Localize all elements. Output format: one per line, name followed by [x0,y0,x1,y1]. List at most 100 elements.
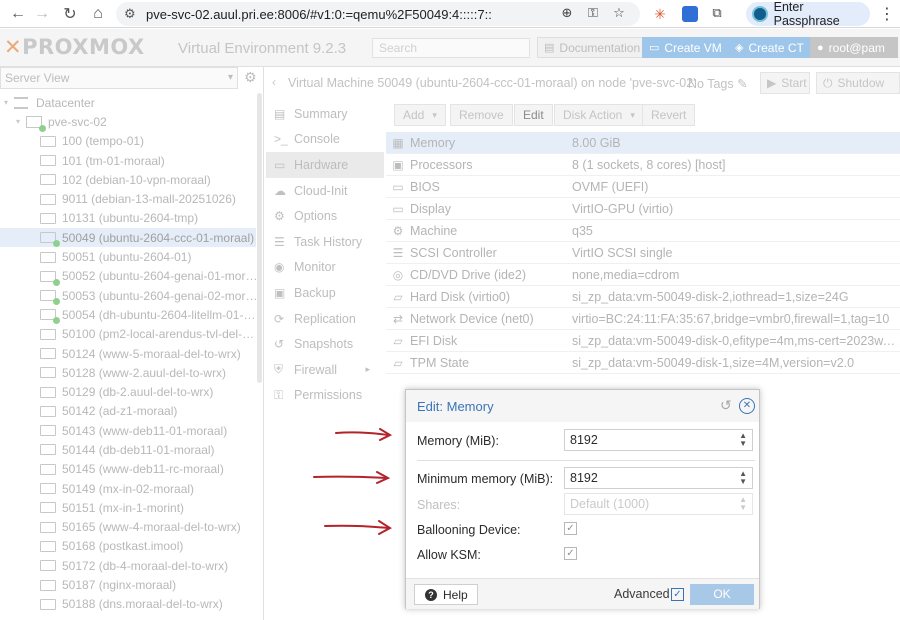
nav-item-task-history[interactable]: ☰ Task History [266,229,384,255]
reload-icon[interactable]: ↻ [56,0,84,28]
min-memory-input[interactable]: 8192 ▲ ▼ [564,467,753,489]
hardware-row[interactable]: ⇄ Network Device (net0) virtio=BC:24:11:FA… [386,308,900,330]
nav-item-monitor[interactable]: ◉ Monitor [266,255,384,281]
tree-item[interactable]: ▾ Datacenter [0,93,256,112]
create-ct-button[interactable]: ◈ Create CT [728,37,811,58]
search-input[interactable]: Search [372,38,530,58]
documentation-button[interactable]: ▤ Documentation [537,37,648,58]
tree-item[interactable]: 50143 (www-deb11-01-moraal) [0,421,256,440]
add-button[interactable]: Add ▾ [394,104,446,126]
tree-item[interactable]: 50149 (mx-in-02-moraal) [0,479,256,498]
spinner-icon[interactable]: ▲ ▼ [739,470,747,486]
chevron-left-icon[interactable]: ‹ [272,75,276,89]
hardware-row[interactable]: ▦ Memory 8.00 GiB [386,132,900,154]
home-icon[interactable]: ⌂ [84,0,112,28]
tree-scrollbar[interactable] [257,93,262,383]
tree-item[interactable]: 101 (tm-01-moraal) [0,151,256,170]
hardware-row[interactable]: ▱ Hard Disk (virtio0) si_zp_data:vm-50049-… [386,286,900,308]
shutdown-button[interactable]: ⏻ Shutdow [816,72,900,94]
tree-item[interactable]: 9011 (debian-13-mall-20251026) [0,189,256,208]
tree-item[interactable]: 50052 (ubuntu-2604-genai-01-mor… [0,267,256,286]
ok-button[interactable]: OK [690,584,754,605]
key-icon[interactable]: ⚿ [584,4,602,22]
tree-item[interactable]: 102 (debian-10-vpn-moraal) [0,170,256,189]
user-menu-button[interactable]: ● root@pam [810,37,898,58]
tree-item[interactable]: 50165 (www-4-moraal-del-to-wrx) [0,518,256,537]
passphrase-button[interactable]: Enter Passphrase [746,0,870,28]
reset-icon[interactable]: ↺ [720,397,732,414]
nav-item-cloud-init[interactable]: ☁ Cloud-Init [266,178,384,204]
browser-menu-icon[interactable]: ⋮ [878,4,896,24]
tree-item[interactable]: 50128 (www-2.auul-del-to-wrx) [0,363,256,382]
help-button[interactable]: ? Help [414,584,478,605]
hardware-row[interactable]: ☰ SCSI Controller VirtIO SCSI single [386,242,900,264]
hardware-row[interactable]: ▱ TPM State si_zp_data:vm-50049-disk-1,siz… [386,352,900,374]
tree-item[interactable]: 50054 (dh-ubuntu-2604-litellm-01-… [0,305,256,325]
nav-item-options[interactable]: ⚙ Options [266,203,384,229]
nav-item-snapshots[interactable]: ↺ Snapshots [266,331,384,357]
ksm-checkbox[interactable]: ✓ [564,547,577,560]
tree-item[interactable]: 50168 (postkast.imool) [0,537,256,556]
tree-item[interactable]: ▾ pve-svc-02 [0,112,256,132]
ballooning-checkbox[interactable]: ✓ [564,522,577,535]
hardware-row[interactable]: ⚙ Machine q35 [386,220,900,242]
expand-icon[interactable]: ▾ [16,117,26,126]
tree-item[interactable]: 50124 (www-5-moraal-del-to-wrx) [0,344,256,363]
disk-action-button[interactable]: Disk Action ▾ [554,104,644,126]
nav-item-permissions[interactable]: ⚿ Permissions [266,383,384,409]
tree-item[interactable]: 50144 (db-deb11-01-moraal) [0,440,256,459]
play-icon: ▶ [767,76,777,90]
tree-item[interactable]: 10131 (ubuntu-2604-tmp) [0,209,256,228]
nav-item-summary[interactable]: ▤ Summary [266,101,384,127]
tree-item[interactable]: 50142 (ad-z1-moraal) [0,402,256,421]
tree-item[interactable]: 50051 (ubuntu-2604-01) [0,247,256,266]
tree-item[interactable]: 50188 (dns.moraal-del-to-wrx) [0,595,256,614]
gear-icon[interactable]: ⚙ [244,69,257,86]
forward-arrow-icon[interactable]: → [28,0,56,28]
tree-item[interactable]: 50151 (mx-in-1-morint) [0,498,256,517]
tree-item-label: 50143 (www-deb11-01-moraal) [62,423,228,438]
tree-item[interactable]: 50187 (nginx-moraal) [0,575,256,594]
hardware-row[interactable]: ▱ EFI Disk si_zp_data:vm-50049-disk-0,efit… [386,330,900,352]
expand-icon[interactable]: ▾ [4,98,14,107]
hardware-row[interactable]: ▭ BIOS OVMF (UEFI) [386,176,900,198]
advanced-checkbox[interactable]: ✓ [671,588,684,601]
zoom-icon[interactable]: ⊕ [558,4,576,22]
start-button[interactable]: ▶ Start [760,72,810,94]
tree-item[interactable]: 50100 (pm2-local-arendus-tvl-del-… [0,325,256,344]
memory-input[interactable]: 8192 ▲ ▼ [564,429,753,451]
revert-button[interactable]: Revert [642,104,696,126]
hardware-row[interactable]: ▭ Display VirtIO-GPU (virtio) [386,198,900,220]
tree-item-label: 50049 (ubuntu-2604-ccc-01-moraal) [62,230,255,245]
create-vm-button[interactable]: ▭ Create VM [642,37,729,58]
tree-item[interactable]: 50172 (db-4-moraal-del-to-wrx) [0,556,256,575]
extension-sparkle-icon[interactable]: ✳ [652,6,668,22]
vm-running-icon [40,232,60,248]
nav-item-console[interactable]: >_ Console [266,127,384,153]
bookmark-star-icon[interactable]: ☆ [610,4,628,22]
nav-item-firewall[interactable]: ⛨ Firewall ▸ [266,357,384,383]
hardware-row[interactable]: ▣ Processors 8 (1 sockets, 8 cores) [host] [386,154,900,176]
nav-item-backup[interactable]: ▣ Backup [266,280,384,306]
tags-label[interactable]: No Tags ✎ [688,76,748,91]
tree-item[interactable]: 50129 (db-2.auul-del-to-wrx) [0,382,256,401]
shares-input[interactable]: Default (1000) ▲ ▼ [564,493,753,515]
tree-item[interactable]: 100 (tempo-01) [0,132,256,151]
close-icon[interactable]: ✕ [739,398,755,414]
tree-item[interactable]: 50053 (ubuntu-2604-genai-02-mor… [0,286,256,306]
remove-button[interactable]: Remove [450,104,513,126]
nav-item-replication[interactable]: ⟳ Replication [266,306,384,332]
site-settings-icon[interactable]: ⚙ [124,6,142,22]
edit-button[interactable]: Edit [514,104,553,126]
nav-item-hardware[interactable]: ▭ Hardware [266,152,384,178]
extension-password-icon[interactable] [682,6,698,22]
tree-item[interactable]: 50145 (www-deb11-rc-moraal) [0,460,256,479]
hardware-row[interactable]: ◎ CD/DVD Drive (ide2) none,media=cdrom [386,264,900,286]
min-memory-label: Minimum memory (MiB): [417,472,554,486]
extensions-puzzle-icon[interactable]: ⧉ [708,4,726,22]
tree-item[interactable]: 50049 (ubuntu-2604-ccc-01-moraal) [0,228,256,248]
tree-item-label: 50051 (ubuntu-2604-01) [62,250,192,265]
view-selector[interactable]: Server View ▾ [0,67,238,89]
vm-stopped-icon [40,521,56,533]
spinner-icon[interactable]: ▲ ▼ [739,432,747,448]
